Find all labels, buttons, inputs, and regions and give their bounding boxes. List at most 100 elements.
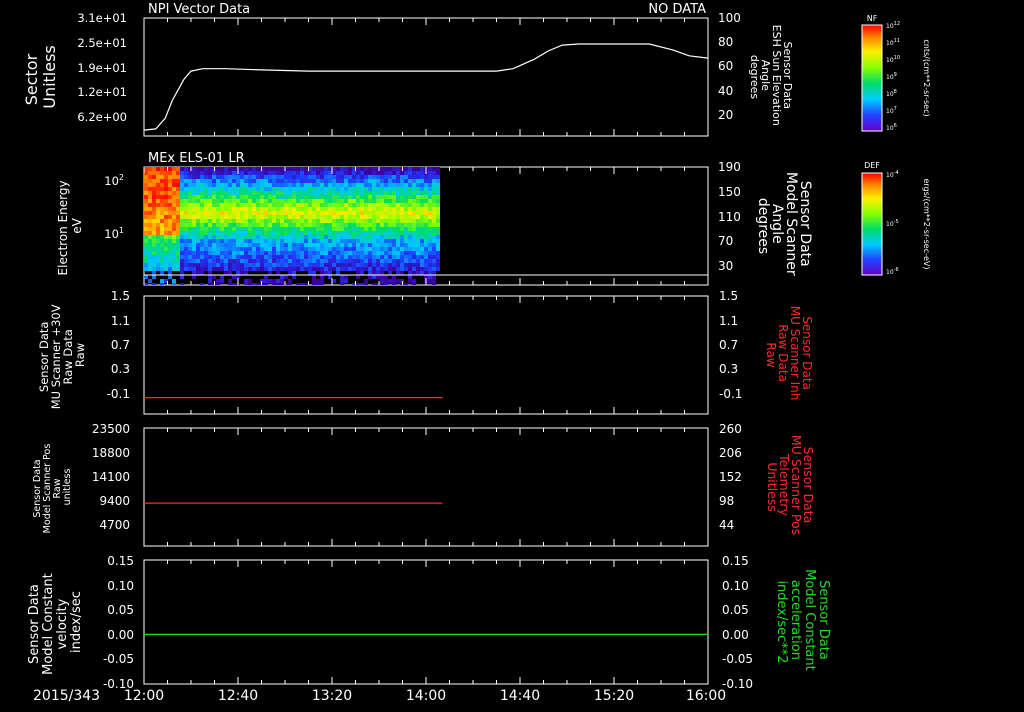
spectrogram-cell — [360, 247, 364, 251]
spectrogram-cell — [400, 223, 404, 227]
spectrogram-cell — [400, 191, 404, 195]
spectrogram-cell — [276, 199, 280, 203]
spectrogram-cell — [396, 195, 400, 199]
spectrogram-cell — [312, 247, 316, 251]
spectrogram-cell — [232, 275, 236, 279]
spectrogram-cell — [236, 207, 240, 211]
spectrogram-cell — [220, 179, 224, 183]
y-tick-label: 0.7 — [111, 338, 130, 352]
spectrogram-cell — [356, 195, 360, 199]
spectrogram-cell — [152, 267, 156, 271]
spectrogram-cell — [300, 187, 304, 191]
spectrogram-cell — [312, 175, 316, 179]
spectrogram-cell — [160, 211, 164, 215]
spectrogram-cell — [340, 175, 344, 179]
spectrogram-cell — [328, 199, 332, 203]
spectrogram-cell — [392, 167, 396, 171]
spectrogram-cell — [268, 211, 272, 215]
spectrogram-cell — [216, 195, 220, 199]
spectrogram-cell — [336, 203, 340, 207]
spectrogram-cell — [328, 215, 332, 219]
spectrogram-cell — [240, 263, 244, 267]
spectrogram-cell — [292, 167, 296, 171]
spectrogram-cell — [196, 271, 200, 275]
spectrogram-cell — [148, 239, 152, 243]
spectrogram-cell — [260, 191, 264, 195]
spectrogram-cell — [376, 215, 380, 219]
spectrogram-cell — [348, 171, 352, 175]
spectrogram-cell — [288, 187, 292, 191]
spectrogram-cell — [424, 211, 428, 215]
spectrogram-cell — [280, 239, 284, 243]
spectrogram-cell — [436, 179, 440, 183]
spectrogram-cell — [164, 255, 168, 259]
spectrogram-cell — [288, 255, 292, 259]
spectrogram-cell — [336, 255, 340, 259]
spectrogram-cell — [308, 179, 312, 183]
spectrogram-cell — [376, 267, 380, 271]
spectrogram-cell — [420, 255, 424, 259]
spectrogram-cell — [280, 175, 284, 179]
spectrogram-cell — [428, 279, 432, 283]
spectrogram-cell — [144, 167, 148, 171]
colorbar-tick-exponent: -4 — [894, 170, 899, 176]
spectrogram-cell — [192, 171, 196, 175]
spectrogram-cell — [384, 275, 388, 279]
spectrogram-cell — [412, 283, 416, 285]
y-axis-label-line: Raw — [73, 343, 87, 367]
spectrogram-cell — [360, 175, 364, 179]
spectrogram-cell — [420, 271, 424, 275]
spectrogram-cell — [424, 175, 428, 179]
spectrogram-cell — [224, 247, 228, 251]
y-axis-label-line: velocity — [55, 598, 70, 649]
spectrogram-cell — [188, 191, 192, 195]
spectrogram-cell — [240, 231, 244, 235]
spectrogram-cell — [268, 255, 272, 259]
spectrogram-cell — [212, 203, 216, 207]
spectrogram-cell — [368, 263, 372, 267]
colorbar-tick: 107 — [886, 106, 897, 115]
spectrogram-cell — [192, 227, 196, 231]
spectrogram-cell — [312, 207, 316, 211]
spectrogram-cell — [232, 247, 236, 251]
spectrogram-cell — [288, 239, 292, 243]
spectrogram-cell — [360, 215, 364, 219]
spectrogram-cell — [264, 263, 268, 267]
spectrogram-cell — [404, 255, 408, 259]
spectrogram-cell — [256, 283, 260, 285]
spectrogram-cell — [228, 215, 232, 219]
spectrogram-cell — [188, 255, 192, 259]
spectrogram-cell — [184, 195, 188, 199]
spectrogram-cell — [276, 243, 280, 247]
y2-axis-label-line: Unitless — [765, 462, 780, 512]
spectrogram-cell — [272, 195, 276, 199]
spectrogram-cell — [424, 219, 428, 223]
spectrogram-cell — [300, 231, 304, 235]
spectrogram-cell — [312, 239, 316, 243]
spectrogram-cell — [244, 279, 248, 283]
spectrogram-cell — [188, 179, 192, 183]
spectrogram-cell — [340, 211, 344, 215]
spectrogram-cell — [364, 187, 368, 191]
colorbar-label: NF — [867, 14, 878, 23]
spectrogram-cell — [280, 203, 284, 207]
spectrogram-cell — [332, 267, 336, 271]
spectrogram-cell — [260, 211, 264, 215]
spectrogram-cell — [404, 259, 408, 263]
spectrogram-cell — [260, 267, 264, 271]
spectrogram-cell — [256, 195, 260, 199]
spectrogram-cell — [204, 183, 208, 187]
spectrogram-cell — [216, 263, 220, 267]
spectrogram-cell — [148, 211, 152, 215]
y2-tick-label: 0.05 — [722, 603, 749, 617]
spectrogram-cell — [148, 207, 152, 211]
spectrogram-cell — [400, 255, 404, 259]
spectrogram-cell — [292, 247, 296, 251]
spectrogram-cell — [368, 239, 372, 243]
spectrogram-cell — [264, 195, 268, 199]
spectrogram-cell — [432, 243, 436, 247]
spectrogram-cell — [392, 259, 396, 263]
spectrogram-cell — [372, 211, 376, 215]
spectrogram-cell — [164, 247, 168, 251]
spectrogram-cell — [224, 199, 228, 203]
